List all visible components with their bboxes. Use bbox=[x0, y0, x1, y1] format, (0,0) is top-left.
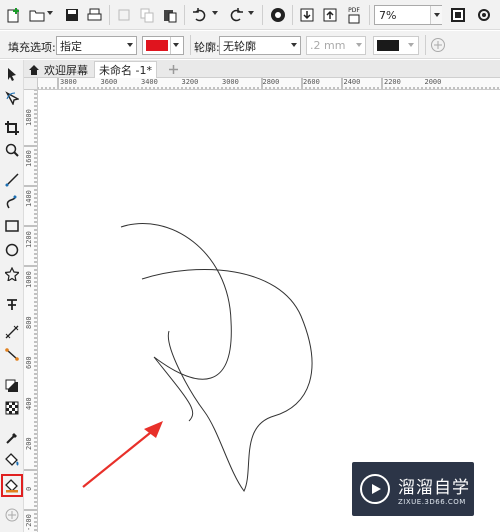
v-ruler-label: 1600 bbox=[25, 149, 33, 167]
smart-fill-highlight-frame bbox=[1, 474, 23, 497]
chevron-down-icon bbox=[291, 43, 297, 47]
redo-icon[interactable] bbox=[226, 5, 246, 25]
copy-icon[interactable] bbox=[137, 5, 157, 25]
outline-select[interactable]: 无轮廓 bbox=[219, 36, 301, 55]
parallel-dimension-tool-icon[interactable] bbox=[2, 322, 22, 342]
zoom-level-value: 7% bbox=[379, 8, 397, 22]
open-dropdown-arrow-icon[interactable] bbox=[47, 11, 53, 15]
ellipse-tool-icon[interactable] bbox=[2, 240, 22, 260]
tab-label: 未命名 -1* bbox=[99, 64, 152, 77]
h-ruler-label: 2000 bbox=[424, 78, 442, 86]
tab-label: 欢迎屏幕 bbox=[44, 63, 88, 77]
outline-value: 无轮廓 bbox=[223, 39, 256, 53]
print-icon[interactable] bbox=[85, 5, 105, 25]
eyedropper-tool-icon[interactable] bbox=[2, 428, 22, 448]
standard-toolbar: PDF 7% bbox=[0, 0, 500, 30]
vertical-ruler[interactable]: 1800 1600 1400 1200 1000 800 600 400 200 0 -200 bbox=[24, 90, 38, 532]
publish-pdf-icon[interactable]: PDF bbox=[344, 5, 364, 25]
outline-label: 轮廓: bbox=[194, 41, 220, 54]
full-screen-icon[interactable] bbox=[448, 5, 468, 25]
v-ruler-label: 0 bbox=[25, 486, 33, 491]
v-ruler-label: 1000 bbox=[25, 271, 33, 288]
watermark-title: 溜溜自学 bbox=[398, 477, 470, 498]
interactive-fill-tool-icon[interactable] bbox=[2, 450, 22, 470]
property-bar: 填充选项: 指定 轮廓: 无轮廓 .2 mm bbox=[0, 31, 500, 59]
settings-icon[interactable] bbox=[474, 5, 494, 25]
connector-tool-icon[interactable] bbox=[2, 344, 22, 364]
polygon-tool-icon[interactable] bbox=[2, 264, 22, 284]
outline-color-picker[interactable] bbox=[373, 36, 419, 55]
crop-tool-icon[interactable] bbox=[2, 118, 22, 138]
v-ruler-label: -200 bbox=[25, 514, 33, 531]
h-ruler-label: 3200 bbox=[181, 78, 199, 86]
chevron-down-icon bbox=[127, 43, 133, 47]
new-document-icon[interactable] bbox=[4, 5, 24, 25]
tab-welcome-screen[interactable]: 欢迎屏幕 bbox=[40, 61, 92, 78]
chevron-down-icon bbox=[173, 43, 179, 47]
redo-dropdown-arrow-icon[interactable] bbox=[248, 11, 254, 15]
drop-shadow-tool-icon[interactable] bbox=[2, 376, 22, 396]
horizontal-ruler[interactable]: 3800 3600 3400 3200 3000 2800 2600 2400 2200 2000 bbox=[38, 78, 500, 90]
zoom-dropdown-button[interactable] bbox=[430, 6, 442, 24]
smart-fill-tool[interactable] bbox=[1, 474, 23, 497]
tab-untitled-document[interactable]: 未命名 -1* bbox=[94, 61, 157, 78]
import-icon[interactable] bbox=[297, 5, 317, 25]
fill-options-select[interactable]: 指定 bbox=[56, 36, 137, 55]
h-ruler-label: 3600 bbox=[100, 78, 118, 86]
v-ruler-label: 800 bbox=[25, 315, 33, 329]
undo-icon[interactable] bbox=[190, 5, 210, 25]
fill-color-picker[interactable] bbox=[142, 36, 184, 55]
h-ruler-label: 2400 bbox=[343, 78, 361, 86]
v-ruler-label: 600 bbox=[25, 356, 33, 369]
h-ruler-label: 2800 bbox=[262, 78, 280, 86]
shape-tool-icon[interactable] bbox=[2, 88, 22, 108]
document-tabs: 欢迎屏幕 未命名 -1* bbox=[24, 60, 500, 78]
h-ruler-label: 2600 bbox=[303, 78, 320, 86]
v-ruler-label: 200 bbox=[25, 437, 33, 450]
paste-icon[interactable] bbox=[160, 5, 180, 25]
rectangle-tool-icon[interactable] bbox=[2, 216, 22, 236]
pick-tool-icon[interactable] bbox=[2, 64, 22, 84]
toolbox bbox=[0, 60, 24, 532]
fill-options-value: 指定 bbox=[60, 39, 82, 53]
h-ruler-label: 3400 bbox=[141, 78, 158, 86]
watermark-logo: 溜溜自学 ZIXUE.3D66.COM bbox=[352, 462, 474, 516]
outline-color-swatch bbox=[377, 40, 399, 51]
v-ruler-label: 1200 bbox=[25, 230, 33, 248]
text-tool-icon[interactable] bbox=[2, 294, 22, 314]
h-ruler-label: 3000 bbox=[222, 78, 239, 86]
zoom-tool-icon[interactable] bbox=[2, 140, 22, 160]
add-preset-icon[interactable] bbox=[428, 35, 448, 55]
play-logo-icon bbox=[360, 474, 390, 504]
chevron-down-icon bbox=[356, 43, 362, 47]
pdf-label: PDF bbox=[348, 6, 360, 14]
v-ruler-label: 400 bbox=[25, 396, 33, 410]
cut-icon[interactable] bbox=[114, 5, 134, 25]
h-ruler-label: 2200 bbox=[384, 78, 401, 86]
freehand-tool-icon[interactable] bbox=[2, 170, 22, 190]
add-tool-icon[interactable] bbox=[2, 505, 22, 525]
fill-options-label: 填充选项: bbox=[8, 41, 56, 54]
outline-width-select[interactable]: .2 mm bbox=[306, 36, 366, 55]
ruler-origin-corner[interactable] bbox=[24, 78, 38, 90]
fill-color-swatch bbox=[146, 40, 168, 51]
chevron-down-icon bbox=[408, 43, 414, 47]
watermark-subtitle: ZIXUE.3D66.COM bbox=[398, 497, 466, 506]
save-icon[interactable] bbox=[62, 5, 82, 25]
outline-width-value: .2 mm bbox=[310, 39, 346, 52]
h-ruler-label: 3800 bbox=[60, 78, 77, 86]
search-content-icon[interactable] bbox=[268, 5, 288, 25]
export-icon[interactable] bbox=[320, 5, 340, 25]
open-folder-icon[interactable] bbox=[27, 5, 47, 25]
undo-dropdown-arrow-icon[interactable] bbox=[212, 11, 218, 15]
artistic-media-tool-icon[interactable] bbox=[2, 192, 22, 212]
transparency-tool-icon[interactable] bbox=[2, 398, 22, 418]
v-ruler-label: 1800 bbox=[25, 109, 33, 126]
v-ruler-label: 1400 bbox=[25, 190, 33, 207]
new-tab-icon[interactable] bbox=[164, 61, 183, 78]
